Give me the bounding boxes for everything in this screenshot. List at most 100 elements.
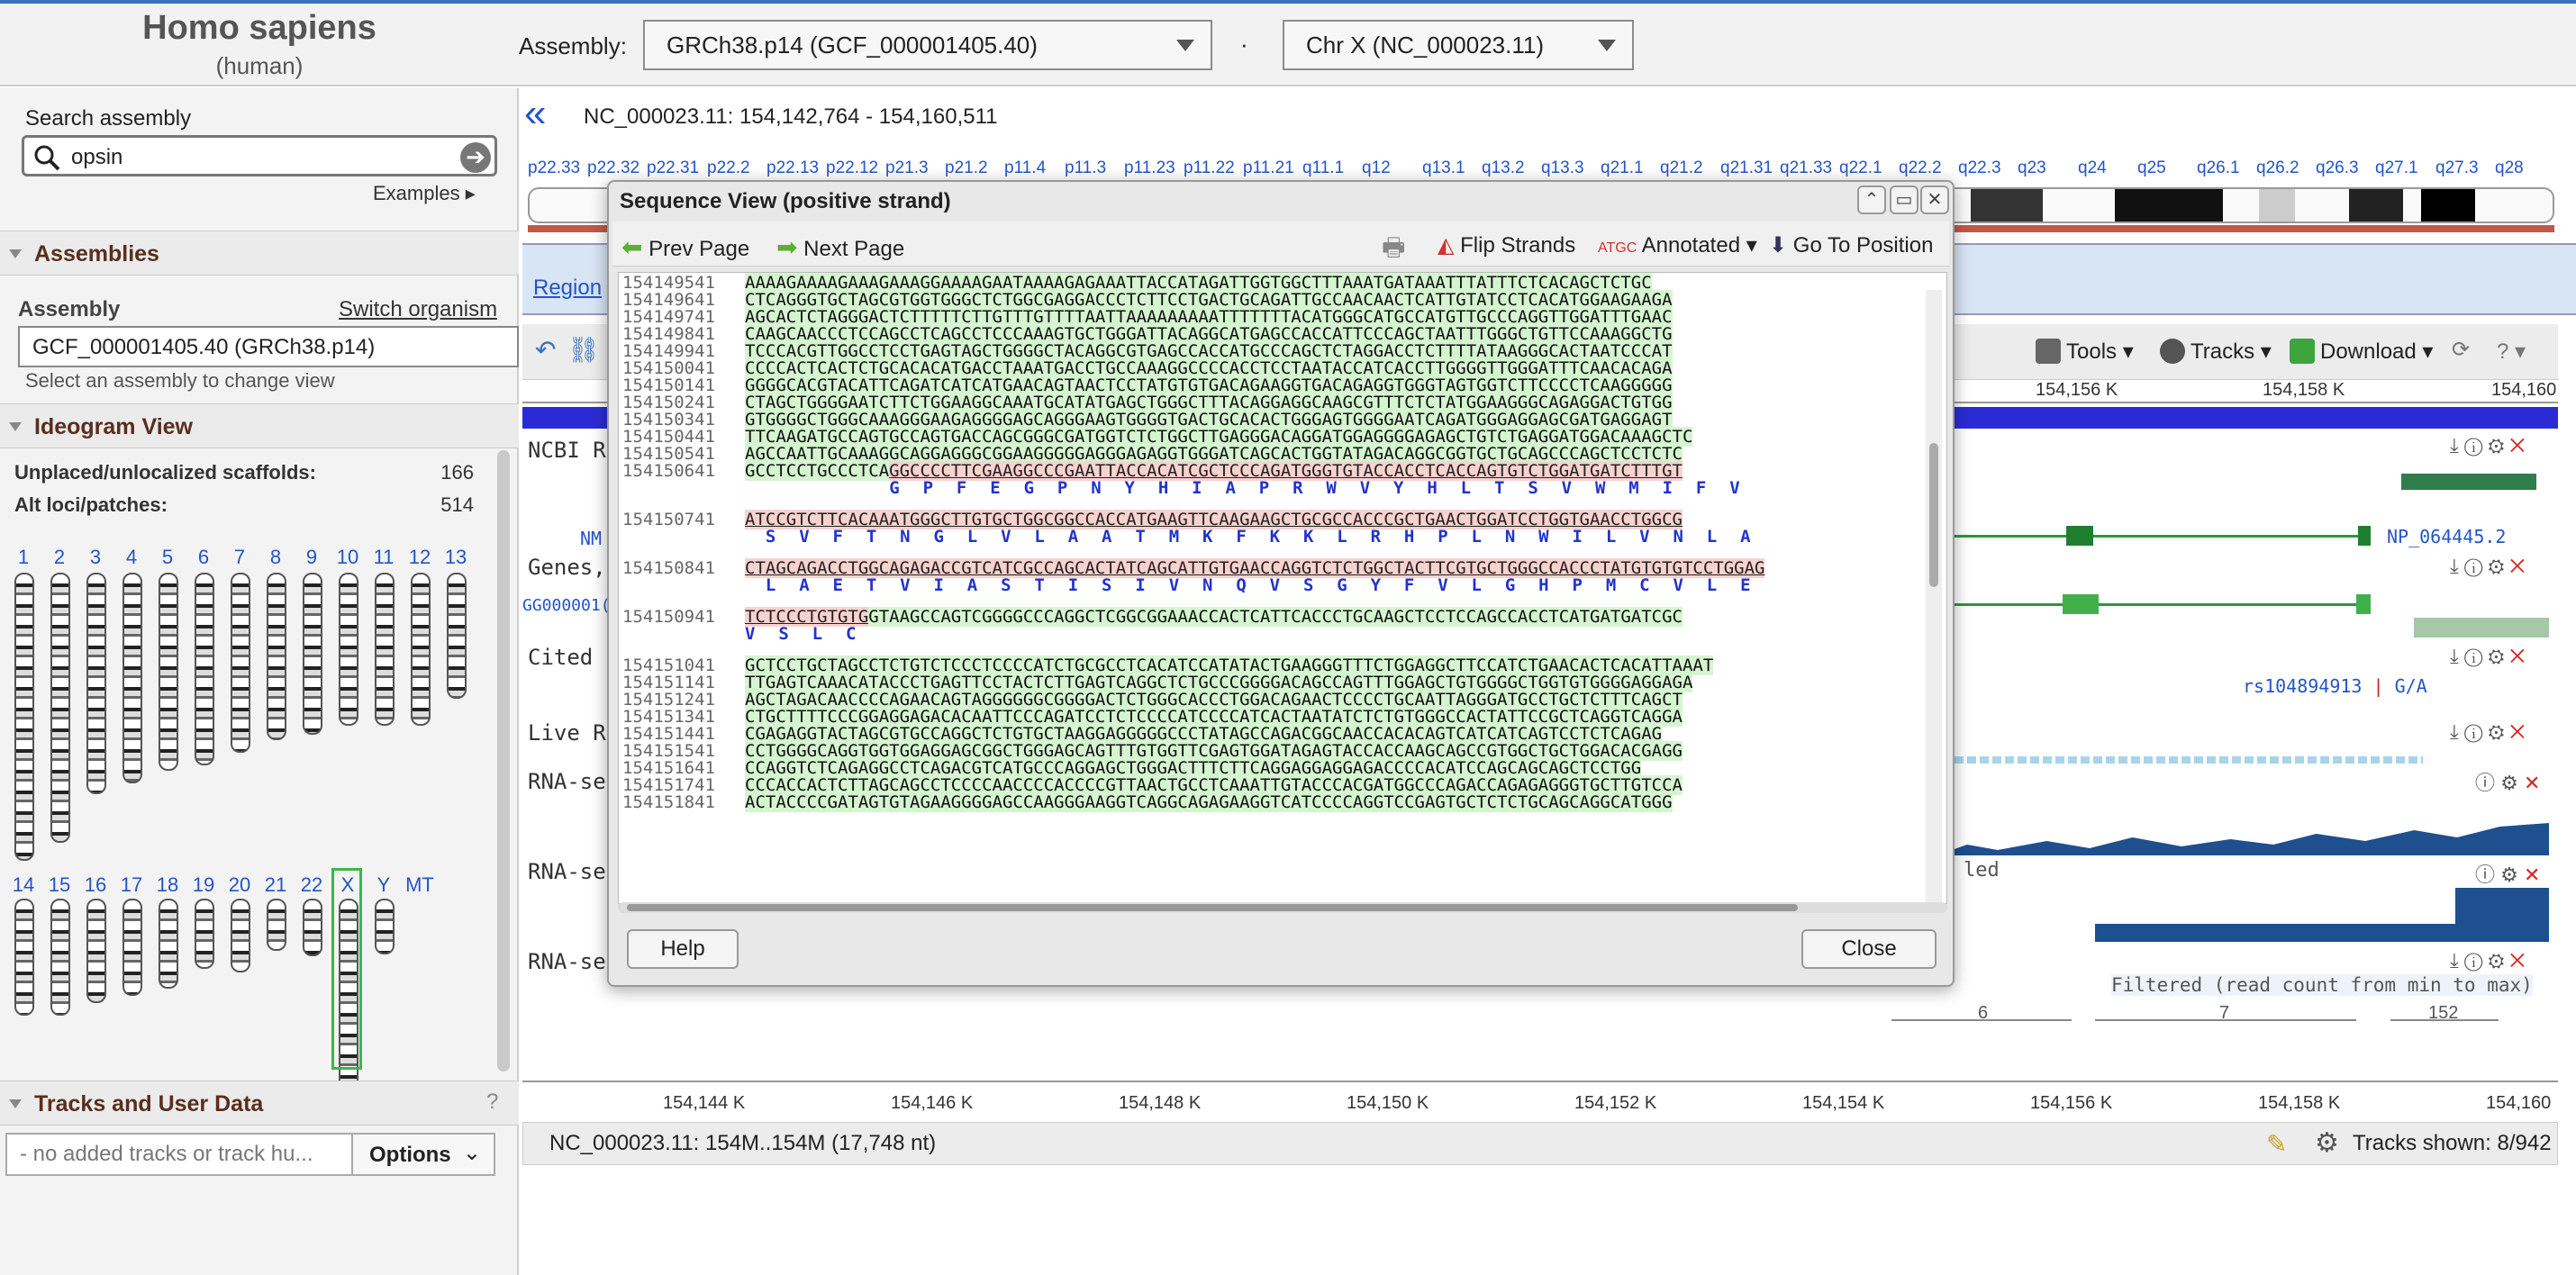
band-label[interactable]: q22.2 — [1899, 158, 1942, 178]
prev-page-button[interactable]: ⬅ Prev Page — [621, 232, 749, 262]
tools-menu[interactable]: Tools ▾ — [2036, 339, 2134, 365]
tracks-help-icon[interactable]: ? — [486, 1090, 498, 1115]
track-controls[interactable]: ⓘ ⚙ ✕ — [2475, 767, 2540, 796]
band-label[interactable]: q25 — [2137, 158, 2166, 178]
band-label[interactable]: p11.23 — [1124, 158, 1175, 178]
band-label[interactable]: q26.1 — [2197, 158, 2240, 178]
band-label[interactable]: q21.31 — [1720, 158, 1773, 178]
annotated-menu[interactable]: ATGC Annotated ▾ — [1598, 232, 1757, 258]
assemblies-section-header[interactable]: Assemblies — [0, 231, 519, 276]
band-label[interactable]: q21.1 — [1601, 158, 1644, 178]
search-go-icon[interactable]: ➔ — [460, 142, 491, 173]
sidebar-scrollbar[interactable] — [497, 450, 510, 1072]
band-label[interactable]: q27.1 — [2375, 158, 2418, 178]
band-label[interactable]: p22.13 — [766, 158, 819, 178]
transcript-fragment[interactable]: NM — [580, 528, 602, 549]
band-label[interactable]: p22.31 — [647, 158, 699, 178]
sequence-line[interactable]: TCTCCCTGTGTGGTAAGCCAGTCGGGGCCCAGGCTCGGCG… — [745, 607, 1683, 627]
chromosome-label[interactable]: 21 — [258, 873, 294, 897]
track-controls[interactable]: ⤓ ⓘ ⚙ ✕ — [2450, 720, 2525, 744]
scroll-thumb[interactable] — [627, 904, 1798, 911]
band-label[interactable]: q28 — [2495, 158, 2524, 178]
track-controls[interactable]: ⤓ ⓘ ⚙ ✕ — [2450, 555, 2525, 578]
chromosome-label[interactable]: 2 — [41, 546, 77, 569]
chromosome-label[interactable]: 12 — [402, 546, 438, 569]
chromosome-ideogram[interactable] — [14, 899, 34, 1016]
tracks-menu[interactable]: Tracks ▾ — [2160, 339, 2272, 365]
chromosome-ideogram[interactable] — [50, 573, 70, 843]
chromosome-label[interactable]: 15 — [41, 873, 77, 897]
band-label[interactable]: p22.12 — [826, 158, 878, 178]
chromosome-ideogram[interactable] — [303, 899, 322, 956]
ideogram-section-header[interactable]: Ideogram View — [0, 403, 519, 448]
chromosome-label[interactable]: 11 — [366, 546, 402, 569]
cds-exon[interactable] — [2358, 526, 2371, 546]
print-icon[interactable]: 🖶 — [1382, 229, 1405, 272]
tracks-section-header[interactable]: Tracks and User Data — [0, 1081, 519, 1126]
chromosome-ideogram[interactable] — [231, 573, 250, 753]
chromosome-dropdown[interactable]: Chr X (NC_000023.11) — [1283, 20, 1634, 70]
chromosome-ideogram[interactable] — [339, 573, 358, 726]
chromosome-ideogram[interactable] — [267, 899, 286, 951]
chromosome-label[interactable]: 4 — [113, 546, 150, 569]
band-label[interactable]: q11.1 — [1302, 158, 1344, 178]
chromosome-ideogram[interactable] — [14, 573, 34, 861]
chromosome-label[interactable]: 22 — [294, 873, 330, 897]
search-input[interactable]: opsin ➔ — [22, 135, 497, 176]
protein-label[interactable]: NP_064445.2 — [2387, 526, 2506, 547]
band-label[interactable]: p21.2 — [945, 158, 988, 178]
cds-exon[interactable] — [2066, 526, 2093, 546]
chromosome-ideogram[interactable] — [375, 899, 395, 954]
options-button[interactable]: Options ⌄ — [351, 1133, 495, 1176]
variant-label[interactable]: rs104894913 | G/A — [2243, 675, 2427, 697]
band-label[interactable]: p21.3 — [885, 158, 929, 178]
tracks-input[interactable]: - no added tracks or track hu... — [5, 1133, 353, 1176]
chromosome-ideogram[interactable] — [195, 573, 214, 765]
switch-organism-link[interactable]: Switch organism — [339, 297, 497, 322]
track-controls[interactable]: ⤓ ⓘ ⚙ ✕ — [2450, 949, 2525, 972]
chromosome-label[interactable]: 13 — [438, 546, 474, 569]
examples-link[interactable]: Examples ▸ — [373, 182, 476, 205]
band-label[interactable]: q22.1 — [1839, 158, 1882, 178]
refresh-icon[interactable]: ⟳ — [2452, 337, 2470, 363]
sequence-vertical-scrollbar[interactable] — [1926, 290, 1942, 902]
band-label[interactable]: p11.22 — [1184, 158, 1235, 178]
band-label[interactable]: q13.2 — [1482, 158, 1525, 178]
gene-fragment[interactable]: GG000001( — [522, 596, 611, 615]
collapse-icon[interactable]: ⌃ — [1857, 185, 1886, 214]
download-menu[interactable]: Download ▾ — [2290, 339, 2433, 365]
chromosome-label[interactable]: 7 — [222, 546, 258, 569]
flip-strands-button[interactable]: ◭ Flip Strands — [1438, 232, 1575, 258]
band-label[interactable]: q21.33 — [1780, 158, 1832, 178]
close-icon[interactable]: ✕ — [1920, 185, 1949, 214]
chromosome-ideogram[interactable] — [50, 899, 70, 1016]
chromosome-ideogram[interactable] — [411, 573, 431, 726]
band-label[interactable]: q13.1 — [1422, 158, 1465, 178]
gene-feature[interactable] — [2401, 474, 2536, 490]
band-label[interactable]: q13.3 — [1541, 158, 1584, 178]
chromosome-ideogram[interactable] — [267, 573, 286, 740]
help-button[interactable]: Help — [627, 929, 739, 969]
chromosome-label[interactable]: 5 — [150, 546, 186, 569]
chromosome-label[interactable]: 20 — [222, 873, 258, 897]
band-label[interactable]: q26.3 — [2316, 158, 2359, 178]
exon[interactable] — [2356, 594, 2371, 614]
band-label[interactable]: p11.4 — [1004, 158, 1046, 178]
chromosome-ideogram[interactable] — [303, 573, 322, 735]
gear-icon[interactable]: ⚙ — [2315, 1127, 2339, 1159]
help-menu[interactable]: ? ▾ — [2497, 339, 2526, 365]
undo-icon[interactable]: ↶ — [535, 335, 556, 365]
band-label[interactable]: p22.33 — [528, 158, 580, 178]
go-to-position-button[interactable]: ⬇ Go To Position — [1769, 232, 1933, 258]
next-page-button[interactable]: ➡ Next Page — [776, 232, 904, 262]
chromosome-label[interactable]: 3 — [77, 546, 113, 569]
collapse-sidebar-icon[interactable]: « — [524, 94, 546, 133]
chromosome-label[interactable]: 18 — [150, 873, 186, 897]
chromosome-label[interactable]: MT — [402, 873, 438, 897]
assembly-select-input[interactable]: GCF_000001405.40 (GRCh38.p14) — [18, 326, 519, 367]
scroll-thumb[interactable] — [1929, 443, 1938, 587]
band-label[interactable]: p11.3 — [1065, 158, 1106, 178]
band-label[interactable]: q24 — [2078, 158, 2107, 178]
edit-pencil-icon[interactable]: ✎ — [2266, 1129, 2287, 1159]
chromosome-ideogram[interactable] — [122, 573, 142, 783]
